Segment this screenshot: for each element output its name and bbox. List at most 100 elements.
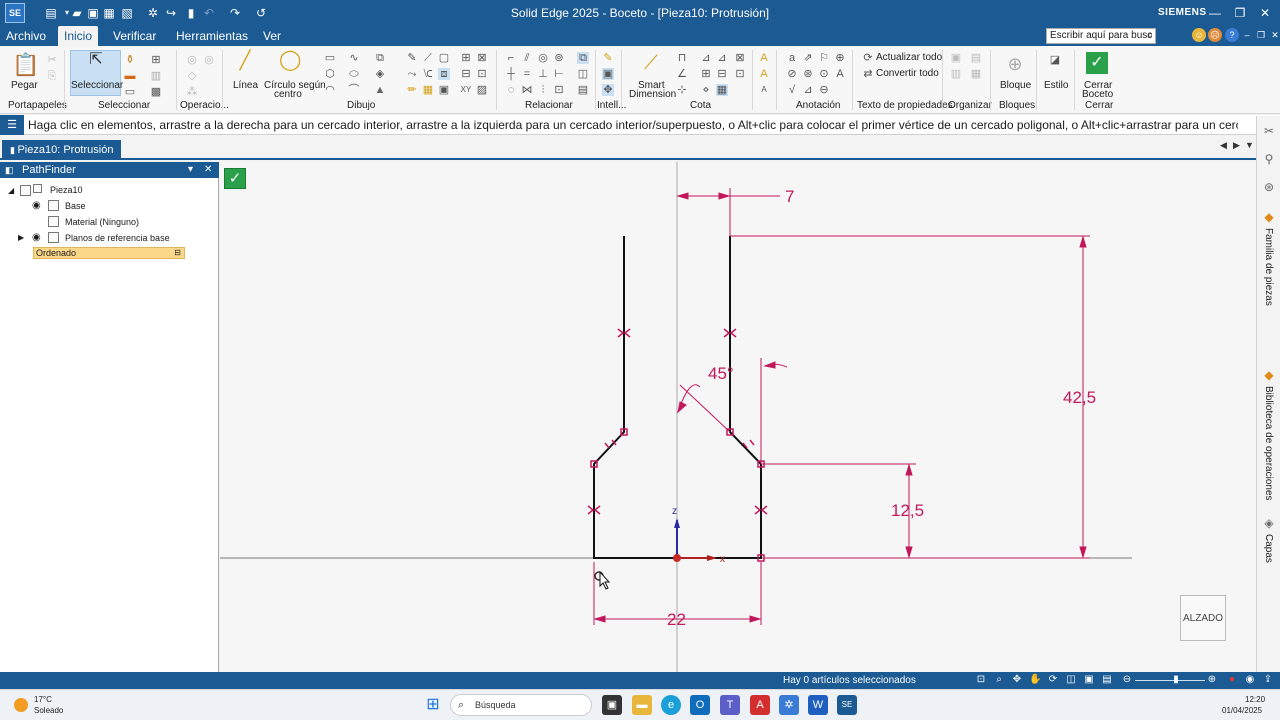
print-icon[interactable]: ▧: [120, 4, 134, 22]
fillet-icon[interactable]: ▢: [438, 52, 450, 64]
circle-center-icon[interactable]: ◯: [279, 50, 301, 76]
tangent-arc-icon[interactable]: ⌒: [348, 84, 360, 96]
op-circle-icon[interactable]: ◎: [186, 54, 198, 66]
dim-42-5-text[interactable]: 42,5: [1063, 388, 1096, 407]
command-search-input[interactable]: Escribir aquí para busc ⌕: [1046, 28, 1156, 44]
filter-icon[interactable]: ⚱: [124, 54, 136, 66]
options-icon[interactable]: ✲: [146, 4, 160, 22]
relations-icon[interactable]: ⊡: [553, 84, 565, 96]
menu-inicio[interactable]: Inicio: [58, 26, 99, 46]
project-icon[interactable]: ⧈: [438, 68, 450, 80]
block-icon[interactable]: ⊕: [1004, 52, 1026, 76]
ellipse-icon[interactable]: ⬭: [348, 68, 360, 80]
hatch-icon[interactable]: ▦: [422, 84, 434, 96]
file-explorer-icon[interactable]: ▬: [632, 695, 652, 715]
zoom-area-icon[interactable]: ⊡: [975, 674, 987, 686]
family-parts-icon[interactable]: ◆: [1262, 210, 1276, 224]
fit-icon[interactable]: ✥: [1011, 674, 1023, 686]
lock-dim-icon[interactable]: ⊢: [553, 68, 565, 80]
connect-icon[interactable]: ⌐: [505, 52, 517, 64]
dim-22-text[interactable]: 22: [667, 610, 686, 629]
zoom-in-icon[interactable]: ⊕: [1206, 674, 1218, 686]
eye-icon[interactable]: ◉: [32, 231, 41, 245]
intellisketch3-icon[interactable]: ✥: [602, 84, 614, 96]
surface-texture-icon[interactable]: ⊘: [786, 68, 798, 80]
pathfinder-close-icon[interactable]: ✕: [204, 162, 212, 178]
record-icon[interactable]: ●: [1226, 674, 1238, 686]
task-view-icon[interactable]: ▣: [602, 695, 622, 715]
symmetric-dim-icon[interactable]: ⊿: [700, 52, 712, 64]
rectangle-icon[interactable]: ▭: [324, 52, 336, 64]
perpendicular-icon[interactable]: ⊥: [537, 68, 549, 80]
save-icon[interactable]: ▣: [86, 4, 100, 22]
dock-network-icon[interactable]: ⊛: [1262, 180, 1276, 194]
convert-all-button[interactable]: Convertir todo: [876, 68, 939, 79]
clock-date[interactable]: 01/04/2025: [1222, 706, 1262, 715]
line-button[interactable]: Línea: [233, 80, 258, 91]
edge-browser-icon[interactable]: e: [661, 695, 681, 715]
update-all-button[interactable]: Actualizar todo: [876, 52, 942, 63]
pathfinder-dropdown-icon[interactable]: ▾: [188, 162, 193, 178]
text-icon[interactable]: ⊞: [460, 52, 472, 64]
tab-scroll-right-icon[interactable]: ▶: [1233, 140, 1240, 151]
tree-item-pieza10[interactable]: ◢ Pieza10: [8, 183, 83, 197]
origin-point[interactable]: [673, 554, 681, 562]
ribbon-close-icon[interactable]: ✕: [1268, 28, 1280, 42]
prompt-menu-icon[interactable]: ☰: [0, 115, 24, 135]
distance-icon[interactable]: ⊓: [676, 52, 688, 64]
rigid-icon[interactable]: ◌: [505, 84, 517, 96]
intellisketch2-icon[interactable]: ▣: [602, 68, 614, 80]
send-back-icon[interactable]: ▤: [970, 52, 982, 64]
collinear-icon[interactable]: ⫶: [537, 84, 549, 96]
feature-library-icon[interactable]: ◆: [1262, 368, 1276, 382]
pan-icon[interactable]: ✋: [1029, 674, 1041, 686]
text-box-icon[interactable]: A: [834, 68, 846, 80]
extend-icon[interactable]: ⤳: [406, 68, 418, 80]
style-button[interactable]: Estilo: [1044, 80, 1068, 91]
bookmark-icon[interactable]: ▮: [184, 4, 198, 22]
intellisketch-icon[interactable]: ✎: [602, 52, 614, 64]
mirror-icon[interactable]: ◈: [374, 68, 386, 80]
menu-herramientas[interactable]: Herramientas: [170, 26, 254, 46]
windows-start-icon[interactable]: ⊞: [423, 695, 443, 715]
copy-icon[interactable]: ⎘: [46, 70, 58, 82]
frown-feedback-icon[interactable]: ☹: [1208, 28, 1222, 42]
ordered-section[interactable]: Ordenado ⊟: [33, 247, 185, 259]
trim-icon[interactable]: ✎: [406, 52, 418, 64]
draw-tool2-icon[interactable]: ⊡: [476, 68, 488, 80]
sketch-canvas[interactable]: ✓ 7 45° 42,5 12,5 22 z x ALZADO: [220, 162, 1256, 672]
acrobat-icon[interactable]: A: [750, 695, 770, 715]
select-tool-icon[interactable]: ▬: [124, 70, 136, 82]
maintain-relations-icon[interactable]: ◫: [577, 68, 589, 80]
horizontal-icon[interactable]: ┼: [505, 68, 517, 80]
tab-pieza10[interactable]: ▮ Pieza10: Protrusión: [2, 140, 122, 160]
symmetric-icon[interactable]: ⋈: [521, 84, 533, 96]
dim-45-text[interactable]: 45°: [708, 364, 734, 383]
new-icon[interactable]: ▤: [44, 4, 58, 22]
sketch-view-icon[interactable]: ◫: [1065, 674, 1077, 686]
dock-tools-icon[interactable]: ✂: [1262, 124, 1276, 138]
restore-icon[interactable]: ❐: [1229, 0, 1251, 26]
cut-icon[interactable]: ✂: [46, 54, 58, 66]
customize-icon[interactable]: ↺: [254, 4, 268, 22]
help-icon[interactable]: ?: [1225, 28, 1239, 42]
expand-icon[interactable]: ▶: [18, 231, 24, 245]
tab-feature-library[interactable]: Biblioteca de operaciones: [1263, 386, 1274, 501]
dock-pin-icon[interactable]: ⚲: [1262, 152, 1276, 166]
layers-icon[interactable]: ◈: [1262, 516, 1276, 530]
linked-dim-icon[interactable]: ⋄: [700, 84, 712, 96]
collapse-icon[interactable]: ◢: [8, 186, 14, 195]
tab-scroll-left-icon[interactable]: ◀: [1220, 140, 1227, 151]
chamfer-icon[interactable]: ⟈: [422, 68, 434, 80]
dim-tool4-icon[interactable]: ⊠: [734, 52, 746, 64]
datum-target-icon[interactable]: ⊖: [818, 84, 830, 96]
offset-icon[interactable]: ⧉: [374, 52, 386, 64]
minimize-icon[interactable]: —: [1204, 0, 1226, 26]
tab-family-parts[interactable]: Familia de piezas: [1263, 228, 1274, 306]
ordered-toggle-icon[interactable]: ⊟: [174, 248, 181, 258]
word-icon[interactable]: W: [808, 695, 828, 715]
dim-tool3-icon[interactable]: ▦: [716, 84, 728, 96]
text-size-icon[interactable]: A: [758, 52, 770, 64]
tab-list-icon[interactable]: ▼: [1245, 140, 1254, 150]
op-diamond-icon[interactable]: ◇: [186, 70, 198, 82]
